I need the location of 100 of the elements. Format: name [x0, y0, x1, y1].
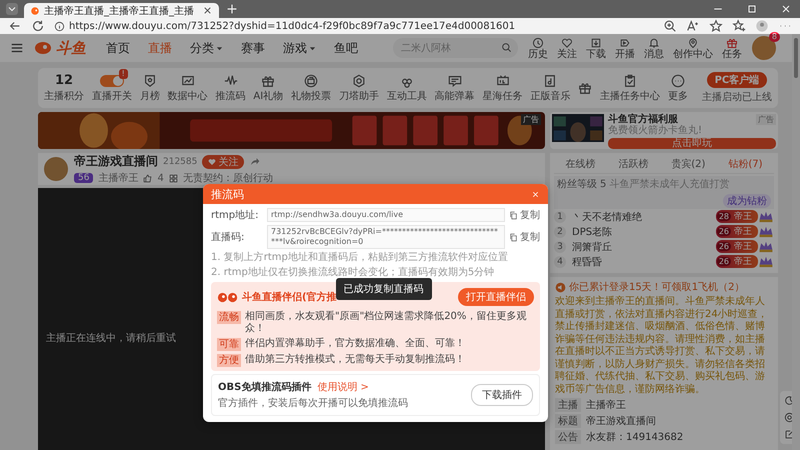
gift-icon — [578, 81, 592, 95]
input-field[interactable]: 731252rvBcBCEGlv?dyPRi=********************************lv&roirecognition=0 — [267, 225, 505, 249]
new-tab-icon[interactable] — [225, 2, 239, 16]
toolbar-item[interactable]: 主播任务中心 — [600, 74, 660, 102]
toolbar-item[interactable]: 推流码 — [216, 74, 246, 102]
nav-link[interactable]: 鱼吧 — [334, 40, 358, 56]
ranking-tab[interactable]: 钻粉(7) — [728, 155, 763, 173]
play-button[interactable]: 点击即玩 — [608, 138, 776, 149]
close-icon[interactable] — [202, 5, 213, 16]
toolbar-item[interactable] — [578, 81, 592, 95]
nav-link[interactable]: 首页 — [106, 40, 130, 56]
close-icon[interactable] — [531, 190, 540, 198]
header-action[interactable]: 开播 — [615, 36, 635, 60]
star-icon[interactable] — [709, 19, 723, 33]
tab-list-icon[interactable] — [6, 3, 18, 15]
toolbar-item[interactable]: 更多 — [668, 74, 688, 102]
profile-icon[interactable] — [755, 19, 769, 33]
toolbar-item[interactable]: 数据中心 — [168, 74, 208, 102]
usage-link[interactable]: 使用说明 > — [317, 380, 369, 394]
copy-link[interactable]: 复制 — [509, 230, 540, 244]
nav-link[interactable]: 直播 — [148, 40, 172, 56]
ranking-tab[interactable]: 贵宾(2) — [671, 155, 706, 173]
input-field[interactable]: rtmp://sendhw3a.douyu.com/live — [267, 208, 505, 222]
login-reward-notice[interactable]: 你已累计登录15天！可领取1飞机（2） — [569, 280, 744, 294]
pc-client-button[interactable]: PC客户端 — [706, 72, 768, 88]
moon-icon[interactable] — [784, 395, 794, 406]
header-action[interactable]: 任务 — [722, 36, 742, 60]
crown-emblem-icon — [758, 225, 774, 238]
browser-tab[interactable]: 主播帝王直播_主播帝王直播_主播 — [24, 3, 219, 18]
live-toggle[interactable] — [100, 74, 124, 86]
megaphone-icon — [555, 282, 566, 292]
refresh-icon[interactable] — [31, 19, 45, 33]
site-logo[interactable]: 斗鱼 — [34, 38, 86, 58]
search-icon[interactable] — [501, 42, 512, 53]
info-text: 水友群：149143682 — [586, 430, 684, 444]
client-note: 主播启动已上线 — [702, 90, 772, 104]
toolbar-item[interactable]: AI礼物 — [253, 74, 284, 102]
header-action[interactable]: 下载 — [586, 36, 606, 60]
edit-icon[interactable] — [784, 429, 794, 440]
rank-number: 1 — [554, 210, 566, 222]
info-text: 主播帝王 — [586, 398, 626, 412]
close-icon[interactable] — [780, 3, 792, 15]
host-avatar[interactable] — [44, 157, 68, 181]
gift-icon — [261, 74, 276, 88]
host-name[interactable]: 主播帝王 — [98, 171, 138, 185]
toolbar-item[interactable]: 月榜 — [140, 74, 160, 102]
join-button[interactable]: 成为钻粉 — [723, 194, 771, 208]
zoom-icon[interactable] — [663, 19, 677, 33]
maximize-icon[interactable] — [746, 3, 758, 15]
back-icon[interactable] — [8, 19, 22, 33]
more-icon — [671, 74, 686, 88]
fan-name[interactable]: 洞箫背丘 — [572, 240, 710, 254]
download-plugin-button[interactable]: 下载插件 — [471, 384, 533, 406]
info-text: 帝王游戏直播间 — [586, 414, 656, 428]
header-action[interactable]: 创作中心 — [673, 36, 713, 60]
header-action[interactable]: 历史 — [528, 36, 548, 60]
info-icon — [54, 20, 65, 32]
ranking-tab[interactable]: 在线榜 — [565, 155, 596, 173]
toolbar-item[interactable]: 刀塔助手 — [338, 74, 379, 102]
clock-icon — [532, 36, 544, 48]
nav-link[interactable]: 游戏 — [283, 40, 316, 56]
screen-icon — [496, 74, 510, 88]
feature-text: 借助第三方转推模式，无需每天手动复制推流码！ — [245, 354, 465, 366]
clipboard-icon — [623, 74, 638, 88]
fan-notice: 斗鱼严禁未成年人充值打赏 — [609, 178, 730, 191]
fan-name[interactable]: 程昏昏 — [572, 254, 710, 268]
url-field[interactable]: https://www.douyu.com/731252?dyshid=11d0dc4-f29f0bc89f7a9c771ee17e4d00081601 — [54, 19, 654, 33]
bell-icon — [648, 36, 660, 48]
chart-icon — [180, 74, 195, 88]
plugin-description: 官方插件，安装后每次开播可以免填推流码 — [218, 396, 409, 410]
header-action[interactable]: 关注 — [557, 36, 577, 60]
feature-text: 相同画质，水友观看"原画"档位网速需求降低20%，留住更多观众！ — [245, 311, 528, 335]
nav-link[interactable]: 赛事 — [241, 40, 265, 56]
level-badge: 56 — [74, 173, 94, 183]
feature-text: 伴侣内置弹幕助手，官方数据准确、全面、可靠！ — [245, 338, 465, 350]
open-companion-button[interactable]: 打开直播伴侣 — [458, 288, 534, 306]
follow-button[interactable]: 关注 — [202, 154, 244, 168]
fan-name[interactable]: 丶天不老情难绝 — [572, 210, 710, 224]
fan-name[interactable]: DPS老陈 — [572, 224, 710, 238]
share-icon[interactable] — [249, 156, 260, 167]
score-value: 12 — [54, 74, 74, 88]
toolbar-label: 主播积分 — [44, 90, 84, 102]
shield-icon — [142, 74, 157, 88]
toolbar-item[interactable]: 高能弹幕 — [434, 74, 475, 102]
promo-title: 斗鱼直播伴侣(官方推 — [242, 290, 337, 304]
fan-badge: 28 帝王 — [716, 210, 758, 223]
toolbar-item[interactable]: 正版音乐 — [530, 74, 570, 102]
toolbar-item[interactable]: 礼物投票 — [291, 74, 332, 102]
copy-link[interactable]: 复制 — [509, 208, 540, 222]
header-action[interactable]: 消息 — [644, 36, 664, 60]
toolbar-item[interactable]: 互动工具 — [386, 74, 427, 102]
fan-badge: 26 帝王 — [716, 255, 758, 268]
fan-badge: 26 帝王 — [716, 225, 758, 238]
ranking-tab[interactable]: 活跃榜 — [618, 155, 648, 173]
read-aloud-icon[interactable] — [686, 19, 700, 33]
nav-link[interactable]: 分类 — [190, 40, 223, 56]
fan-level-label: 粉丝等级 — [557, 178, 597, 191]
favorites-icon[interactable] — [732, 19, 746, 33]
menu-icon[interactable] — [10, 41, 24, 55]
toolbar-item[interactable]: 星海任务 — [482, 74, 523, 102]
